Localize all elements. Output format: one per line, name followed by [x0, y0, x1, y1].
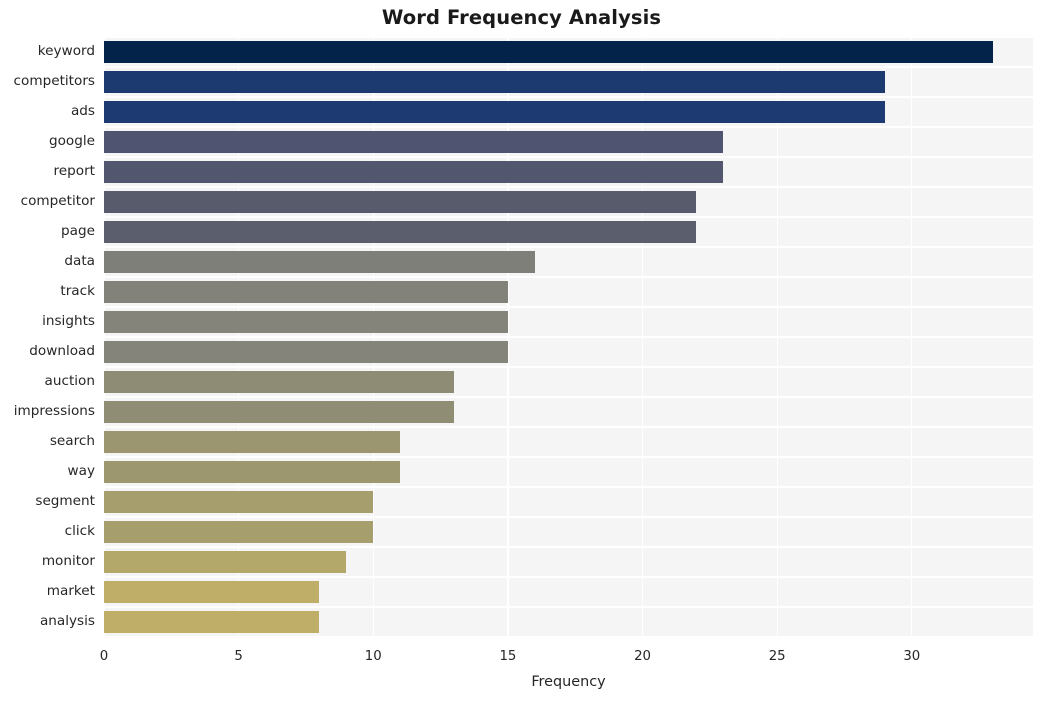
bar: [104, 221, 697, 243]
y-axis-tick-label: download: [29, 343, 95, 359]
y-axis-tick-label: click: [64, 523, 95, 539]
y-axis-tick-label: report: [53, 163, 95, 179]
y-axis-tick-label: google: [48, 133, 95, 149]
chart-title: Word Frequency Analysis: [381, 6, 662, 29]
y-axis-tick-label: impressions: [13, 403, 95, 419]
bar: [104, 281, 508, 303]
gridline-horizontal: [104, 516, 1033, 518]
plot-area: [104, 37, 1033, 637]
x-axis-tick-label: 30: [903, 649, 921, 664]
chart-figure: Word Frequency Analysis keyword competito…: [0, 0, 1043, 701]
gridline-horizontal: [104, 396, 1033, 398]
y-axis-tick-label: search: [49, 433, 95, 449]
bar: [104, 251, 535, 273]
gridline-horizontal: [104, 156, 1033, 158]
gridline-horizontal: [104, 186, 1033, 188]
bar: [104, 491, 374, 513]
bar: [104, 101, 885, 123]
gridline-horizontal: [104, 306, 1033, 308]
x-axis-tick-label: 10: [364, 649, 382, 664]
bar: [104, 71, 885, 93]
gridline-horizontal: [104, 37, 1033, 38]
gridline-horizontal: [104, 336, 1033, 338]
gridline-horizontal: [104, 246, 1033, 248]
bar: [104, 401, 455, 423]
y-axis-tick-label: market: [46, 583, 95, 599]
x-axis-tick-label: 5: [234, 649, 243, 664]
gridline-horizontal: [104, 636, 1033, 637]
gridline-horizontal: [104, 366, 1033, 368]
bar: [104, 341, 508, 363]
y-axis-tick-label: monitor: [41, 553, 95, 569]
bar: [104, 311, 508, 333]
gridline-horizontal: [104, 546, 1033, 548]
gridline-horizontal: [104, 96, 1033, 98]
gridline-horizontal: [104, 216, 1033, 218]
gridline-horizontal: [104, 456, 1033, 458]
gridline-horizontal: [104, 126, 1033, 128]
bar: [104, 191, 697, 213]
gridline-horizontal: [104, 276, 1033, 278]
x-axis-tick-label: 20: [634, 649, 652, 664]
bar: [104, 581, 320, 603]
bar: [104, 551, 347, 573]
y-axis-tick-labels: keyword competitors ads google report competi…: [0, 0, 104, 701]
gridline-horizontal: [104, 486, 1033, 488]
y-axis-tick-label: keyword: [37, 43, 95, 59]
y-axis-tick-label: page: [61, 223, 95, 239]
y-axis-tick-label: track: [60, 283, 95, 299]
bar: [104, 611, 320, 633]
y-axis-tick-label: insights: [42, 313, 95, 329]
gridline-horizontal: [104, 606, 1033, 608]
bar: [104, 371, 455, 393]
x-axis-tick-label: 15: [499, 649, 517, 664]
bar: [104, 521, 374, 543]
y-axis-tick-label: way: [67, 463, 96, 479]
y-axis-tick-label: analysis: [39, 613, 95, 629]
gridline-horizontal: [104, 66, 1033, 68]
x-axis-label: Frequency: [531, 674, 606, 690]
x-axis-tick-label: 25: [768, 649, 786, 664]
bar: [104, 461, 401, 483]
bar: [104, 431, 401, 453]
y-axis-tick-label: ads: [70, 103, 95, 119]
bar: [104, 41, 993, 63]
y-axis-tick-label: auction: [44, 373, 95, 389]
gridline-horizontal: [104, 426, 1033, 428]
gridline-horizontal: [104, 576, 1033, 578]
bar: [104, 131, 724, 153]
y-axis-tick-label: data: [64, 253, 95, 269]
y-axis-tick-label: segment: [35, 493, 95, 509]
x-axis-tick-label: 0: [99, 649, 109, 664]
y-axis-tick-label: competitor: [20, 193, 95, 209]
bar: [104, 161, 724, 183]
y-axis-tick-label: competitors: [13, 73, 95, 89]
